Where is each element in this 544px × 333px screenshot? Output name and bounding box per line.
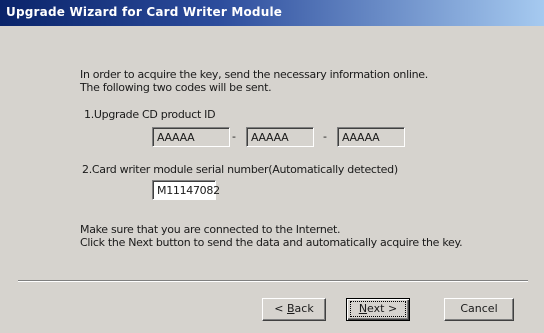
product-id-field-2[interactable]: AAAAA [246, 127, 314, 147]
next-button[interactable]: Next > [346, 298, 410, 321]
intro-line-2: The following two codes will be sent. [80, 81, 272, 94]
next-button-focus: Next > [349, 301, 407, 317]
back-button-prefix: < [274, 302, 287, 315]
back-button-rest: ack [294, 302, 314, 315]
button-separator [18, 280, 528, 282]
serial-number-label: 2.Card writer module serial number(Autom… [82, 163, 398, 176]
next-button-mnemonic: N [358, 302, 368, 315]
footer-line-2: Click the Next button to send the data a… [80, 236, 463, 249]
product-id-dash-1: - [232, 130, 236, 143]
back-button-mnemonic: B [287, 302, 295, 315]
product-id-field-1[interactable]: AAAAA [152, 127, 230, 147]
window-title: Upgrade Wizard for Card Writer Module [6, 5, 283, 19]
intro-line-1: In order to acquire the key, send the ne… [80, 68, 428, 81]
cancel-button[interactable]: Cancel [444, 298, 514, 321]
product-id-dash-2: - [323, 130, 327, 143]
back-button[interactable]: < Back [262, 298, 326, 321]
footer-line-1: Make sure that you are connected to the … [80, 223, 341, 236]
next-button-rest: ext > [367, 302, 398, 315]
serial-number-field: M11147082 [152, 180, 220, 200]
title-bar[interactable]: Upgrade Wizard for Card Writer Module [0, 0, 544, 26]
upgrade-wizard-dialog: Upgrade Wizard for Card Writer Module In… [0, 0, 544, 333]
product-id-field-3[interactable]: AAAAA [337, 127, 405, 147]
product-id-label: 1.Upgrade CD product ID [84, 108, 216, 121]
